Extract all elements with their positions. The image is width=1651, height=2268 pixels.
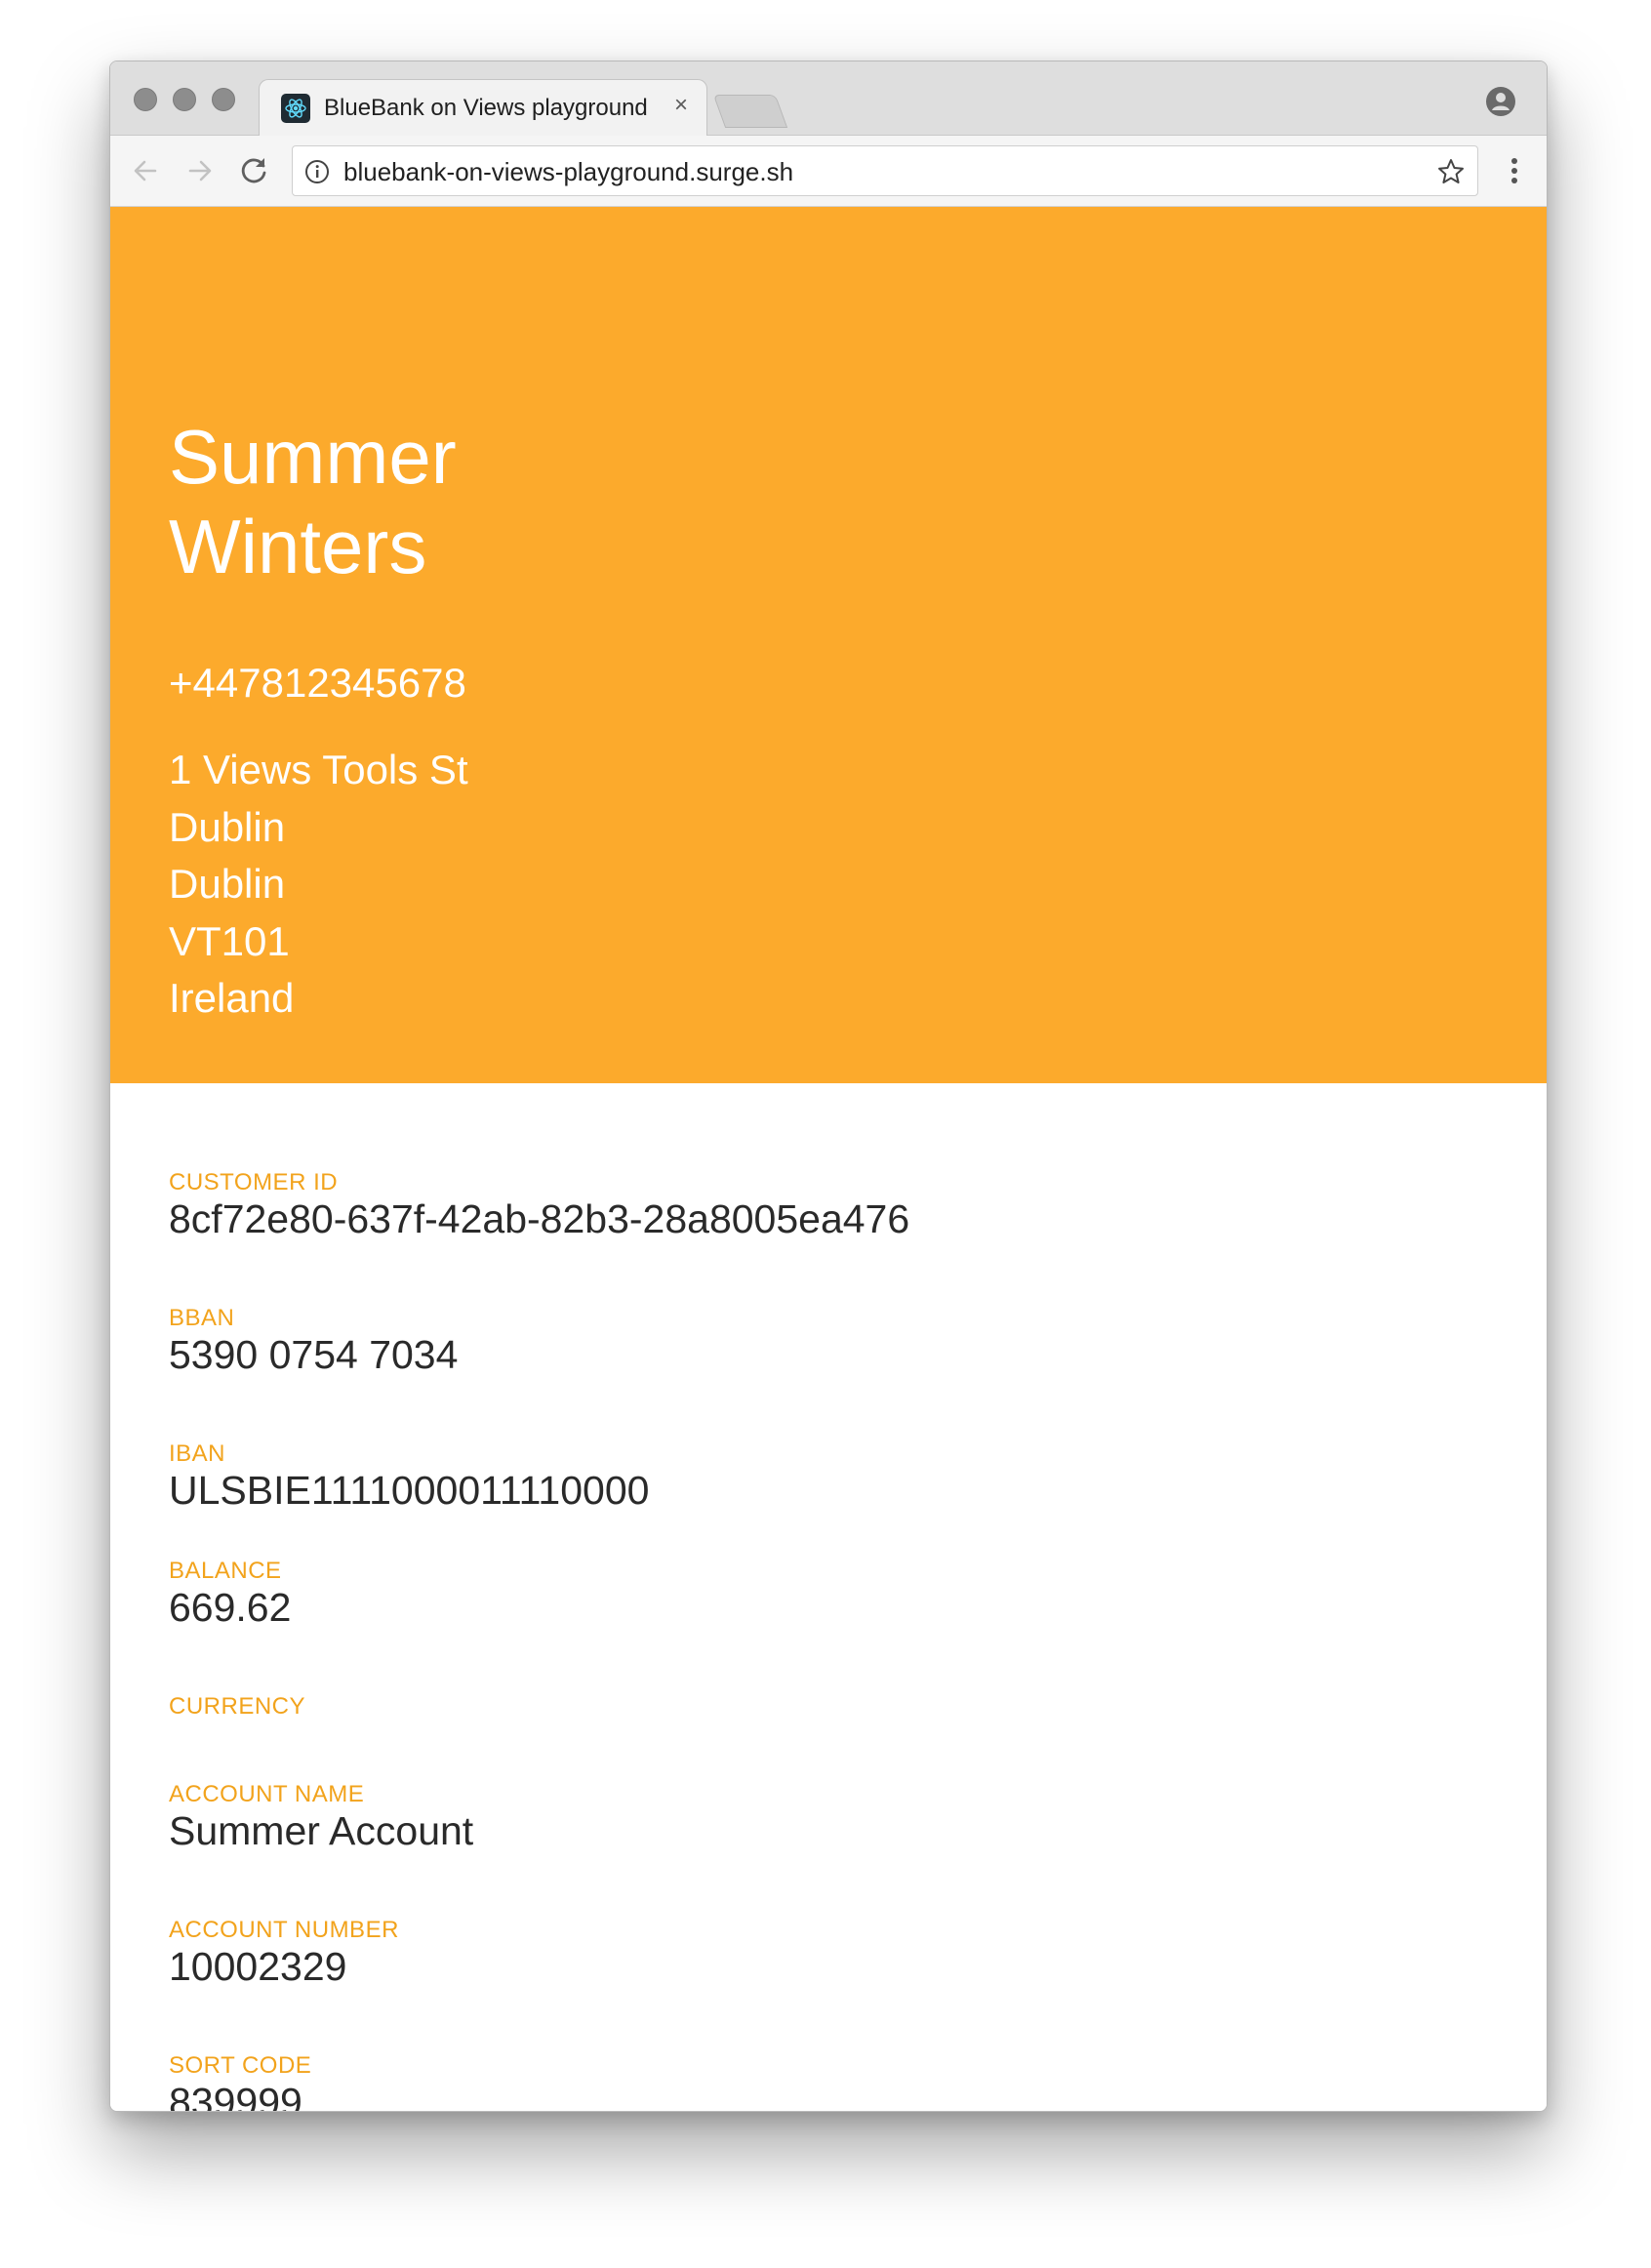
desktop-background: BlueBank on Views playground × bluebank-… bbox=[0, 0, 1651, 2268]
customer-id-value: 8cf72e80-637f-42ab-82b3-28a8005ea476 bbox=[169, 1196, 910, 1241]
react-favicon-icon bbox=[281, 94, 310, 123]
window-close-button[interactable] bbox=[134, 88, 157, 111]
address-line: 1 Views Tools St bbox=[169, 747, 468, 792]
account-number-label: ACCOUNT NUMBER bbox=[169, 1917, 399, 1943]
customer-phone: +447812345678 bbox=[169, 660, 466, 706]
more-vertical-icon[interactable] bbox=[1500, 153, 1529, 188]
new-tab-button[interactable] bbox=[712, 95, 788, 128]
customer-first-name: Summer bbox=[169, 414, 457, 500]
close-icon[interactable]: × bbox=[667, 92, 695, 119]
browser-window: BlueBank on Views playground × bluebank-… bbox=[109, 61, 1548, 2112]
customer-address: 1 Views Tools St Dublin Dublin VT101 Ire… bbox=[169, 742, 468, 1028]
star-icon[interactable] bbox=[1436, 157, 1466, 186]
page-content: Summer Winters +447812345678 1 Views Too… bbox=[110, 207, 1547, 2111]
address-bar[interactable]: bluebank-on-views-playground.surge.sh bbox=[292, 145, 1478, 196]
customer-header: Summer Winters +447812345678 1 Views Too… bbox=[110, 207, 1547, 1083]
customer-last-name: Winters bbox=[169, 504, 427, 589]
account-name-value: Summer Account bbox=[169, 1808, 474, 1853]
forward-arrow-icon[interactable] bbox=[179, 149, 221, 192]
sort-code-value: 839999 bbox=[169, 2080, 302, 2111]
address-line: Dublin bbox=[169, 861, 286, 907]
balance-value: 669.62 bbox=[169, 1585, 292, 1630]
customer-id-label: CUSTOMER ID bbox=[169, 1169, 339, 1195]
iban-value: ULSBIE1111000011110000 bbox=[169, 1468, 650, 1513]
reload-icon[interactable] bbox=[233, 149, 276, 192]
profile-icon[interactable] bbox=[1484, 85, 1517, 118]
window-maximize-button[interactable] bbox=[212, 88, 235, 111]
url-text[interactable]: bluebank-on-views-playground.surge.sh bbox=[343, 157, 793, 187]
account-name-label: ACCOUNT NAME bbox=[169, 1781, 365, 1807]
sort-code-label: SORT CODE bbox=[169, 2052, 312, 2079]
iban-label: IBAN bbox=[169, 1440, 226, 1467]
info-icon[interactable] bbox=[304, 159, 330, 184]
window-minimize-button[interactable] bbox=[173, 88, 196, 111]
currency-label: CURRENCY bbox=[169, 1693, 306, 1720]
back-arrow-icon[interactable] bbox=[124, 149, 167, 192]
browser-toolbar: bluebank-on-views-playground.surge.sh bbox=[110, 136, 1547, 207]
customer-name: Summer Winters bbox=[169, 412, 754, 591]
bban-value: 5390 0754 7034 bbox=[169, 1332, 459, 1377]
account-number-value: 10002329 bbox=[169, 1944, 347, 1989]
tab-title: BlueBank on Views playground bbox=[324, 95, 648, 121]
address-line: VT101 bbox=[169, 917, 290, 964]
bban-label: BBAN bbox=[169, 1305, 235, 1331]
tab-bluebank[interactable]: BlueBank on Views playground × bbox=[259, 79, 707, 136]
address-line: Dublin bbox=[169, 803, 286, 850]
balance-label: BALANCE bbox=[169, 1558, 282, 1584]
address-line: Ireland bbox=[169, 975, 295, 1021]
tab-strip: BlueBank on Views playground × bbox=[110, 61, 1547, 136]
